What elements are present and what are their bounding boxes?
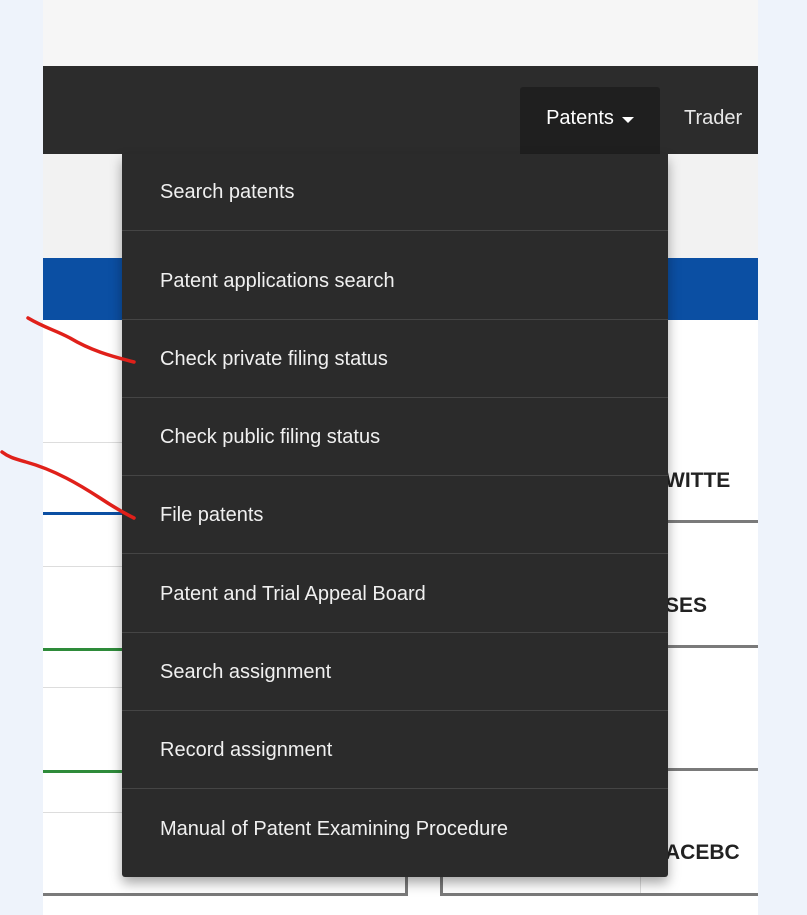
annotation-arrow-file-patents [0,450,136,520]
annotation-arrow-private-status [26,316,136,364]
annotation-overlay [0,316,136,520]
